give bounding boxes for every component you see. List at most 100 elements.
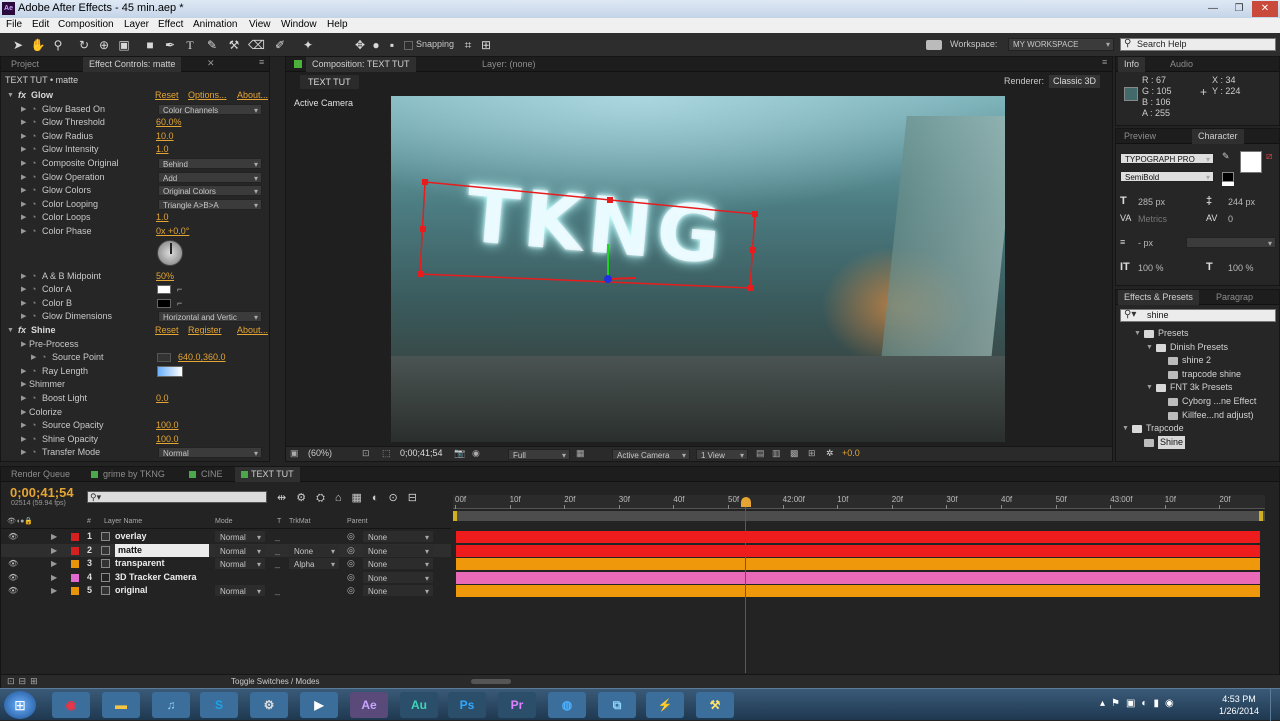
effects-search-input[interactable]: shine <box>1120 309 1276 322</box>
zoom-tool-icon[interactable]: ⚲ <box>50 37 66 53</box>
expand-triangle-icon[interactable]: ▶ <box>21 406 26 419</box>
layer-name[interactable]: original <box>115 584 148 597</box>
preserve-transparency-icon[interactable]: _ <box>275 530 280 543</box>
expand-triangle-icon[interactable]: ▶ <box>21 198 26 211</box>
stopwatch-icon[interactable]: ◔ <box>31 283 36 296</box>
menu-animation[interactable]: Animation <box>193 19 237 30</box>
black-swatch[interactable] <box>1222 172 1234 182</box>
layer-duration-bar[interactable] <box>456 531 1260 543</box>
media-player-icon[interactable]: ▶ <box>300 692 338 718</box>
photoshop-icon[interactable]: Ps <box>448 692 486 718</box>
eyedropper-icon[interactable]: ✎ <box>1222 151 1230 162</box>
expand-triangle-icon[interactable]: ▶ <box>21 211 26 224</box>
eraser-tool-icon[interactable]: ⌫ <box>248 37 265 53</box>
brush-tool-icon[interactable]: ✎ <box>204 37 220 53</box>
system-tray-icons[interactable]: ▴⚑▣◐▮◉ <box>1100 698 1180 709</box>
tab-composition[interactable]: Composition: TEXT TUT <box>306 57 416 72</box>
expand-triangle-icon[interactable]: ▶ <box>21 446 26 459</box>
layer-row[interactable]: 👁 ▶ 5 original Normal _ ◎ None <box>1 584 451 597</box>
minimize-icon[interactable]: — <box>1200 1 1226 17</box>
trkmat-select[interactable]: Alpha <box>289 558 339 570</box>
stopwatch-icon[interactable]: ◔ <box>31 116 36 129</box>
visibility-eye-icon[interactable]: 👁 <box>8 571 18 584</box>
property-dropdown[interactable]: Add <box>158 171 262 184</box>
comp-flowchart-icon[interactable]: ⊞ <box>808 448 816 459</box>
work-area-end-handle[interactable] <box>1259 511 1263 521</box>
menu-file[interactable]: File <box>6 19 22 30</box>
expand-triangle-icon[interactable]: ▶ <box>51 571 57 584</box>
visibility-eye-icon[interactable]: 👁 <box>8 584 18 597</box>
parent-select[interactable]: None <box>363 571 433 584</box>
ray-length-slider[interactable] <box>157 365 183 377</box>
property-value[interactable]: 1.0 <box>156 211 169 224</box>
tab-character[interactable]: Character <box>1192 129 1244 144</box>
stopwatch-icon[interactable]: ◔ <box>31 225 36 238</box>
expand-triangle-icon[interactable]: ▶ <box>21 270 26 283</box>
audition-icon[interactable]: Au <box>400 692 438 718</box>
white-swatch[interactable] <box>1222 182 1234 186</box>
clone-stamp-tool-icon[interactable]: ⚒ <box>226 37 242 53</box>
pen-tool-icon[interactable]: ✒ <box>162 37 178 53</box>
snap-edges-icon[interactable]: ⊞ <box>478 37 494 53</box>
trkmat-select[interactable]: None <box>289 544 339 557</box>
menu-composition[interactable]: Composition <box>58 19 114 30</box>
globe-icon[interactable]: ◍ <box>548 692 586 718</box>
stopwatch-icon[interactable]: ◔ <box>31 392 36 405</box>
property-dropdown[interactable]: Normal <box>158 447 262 459</box>
stopwatch-icon[interactable]: ◔ <box>31 446 36 459</box>
layer-bounding-box[interactable] <box>391 96 1005 442</box>
stroke-width-value[interactable]: - px <box>1138 238 1153 248</box>
safe-margins-icon[interactable]: ⊡ <box>362 448 370 459</box>
font-style-select[interactable]: SemiBold <box>1120 171 1214 183</box>
expand-triangle-icon[interactable]: ▶ <box>21 184 26 197</box>
property-value[interactable]: 640.0,360.0 <box>178 351 226 364</box>
effects-tree-item[interactable]: trapcode shine <box>1116 368 1271 381</box>
stopwatch-icon[interactable]: ◔ <box>31 310 36 323</box>
stopwatch-icon[interactable]: ◔ <box>41 351 46 364</box>
layer-mode-select[interactable]: Normal <box>215 531 265 543</box>
menu-help[interactable]: Help <box>327 19 348 30</box>
fx-icon[interactable]: fx <box>18 89 26 102</box>
visibility-eye-icon[interactable]: 👁 <box>8 557 18 570</box>
expand-triangle-icon[interactable]: ▶ <box>21 130 26 143</box>
layer-mode-select[interactable]: Normal <box>215 585 265 597</box>
tab-project[interactable]: Project <box>5 57 45 72</box>
tab-grime[interactable]: grime by TKNG <box>97 467 171 482</box>
layer-mode-select[interactable]: Normal <box>215 558 265 570</box>
expand-triangle-icon[interactable]: ▶ <box>51 557 57 570</box>
comp-viewer[interactable]: TKNG <box>391 96 1005 442</box>
always-preview-icon[interactable]: ▣ <box>290 448 299 459</box>
effects-tree-item[interactable]: ▼ Presets <box>1116 327 1271 340</box>
exposure-icon[interactable]: ✲ <box>826 448 834 459</box>
expand-triangle-icon[interactable]: ▼ <box>1122 422 1129 435</box>
effects-tree-item[interactable]: ▼ Trapcode <box>1116 422 1271 435</box>
timeline-timecode[interactable]: 0;00;41;54 <box>10 485 74 500</box>
expand-triangle-icon[interactable]: ▶ <box>21 338 26 351</box>
menu-view[interactable]: View <box>249 19 271 30</box>
color-swatch[interactable] <box>157 298 171 308</box>
expand-triangle-icon[interactable]: ▼ <box>1146 341 1153 354</box>
chrome-icon[interactable]: ◉ <box>52 692 90 718</box>
layer-row[interactable]: 👁 ▶ 1 overlay Normal _ ◎ None <box>1 530 451 543</box>
expand-triangle-icon[interactable]: ▶ <box>21 365 26 378</box>
layer-row[interactable]: 👁 ▶ 3 transparent Normal _ Alpha ◎ None <box>1 557 451 570</box>
fill-color-swatch[interactable] <box>1240 151 1262 173</box>
workspace-select[interactable]: MY WORKSPACE <box>1008 38 1114 51</box>
expand-triangle-icon[interactable]: ▶ <box>21 143 26 156</box>
tab-effects-presets[interactable]: Effects & Presets <box>1118 290 1199 305</box>
stopwatch-icon[interactable]: ◔ <box>31 157 36 170</box>
point-target-icon[interactable] <box>157 353 171 363</box>
effects-tree-item[interactable]: shine 2 <box>1116 354 1271 367</box>
expand-triangle-icon[interactable]: ▶ <box>21 116 26 129</box>
stopwatch-icon[interactable]: ◔ <box>31 433 36 446</box>
stopwatch-icon[interactable]: ◔ <box>31 365 36 378</box>
effects-tree-item[interactable]: Killfee...nd adjust) <box>1116 409 1271 422</box>
layer-duration-bar[interactable] <box>456 544 1260 557</box>
magnification-select[interactable]: (60%) <box>308 448 332 458</box>
rotate-tool-icon[interactable]: ↻ <box>76 37 92 53</box>
kerning-value[interactable]: Metrics <box>1138 214 1167 224</box>
toggle-switches-modes[interactable]: Toggle Switches / Modes <box>231 677 320 686</box>
steam-icon[interactable]: ⚙ <box>250 692 288 718</box>
property-value[interactable]: 100.0 <box>156 419 179 432</box>
stroke-style-select[interactable] <box>1186 237 1276 249</box>
